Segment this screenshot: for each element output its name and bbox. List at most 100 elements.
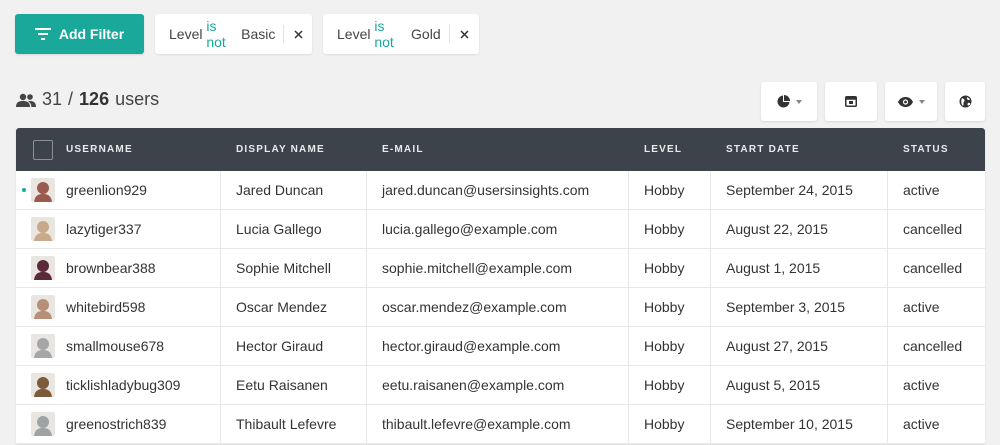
display-name: Lucia Gallego — [236, 221, 322, 237]
table-row[interactable]: brownbear388 Sophie Mitchell sophie.mitche… — [16, 249, 985, 288]
select-all-checkbox[interactable] — [33, 139, 53, 160]
status: cancelled — [903, 338, 963, 354]
table-header: USERNAME DISPLAY NAME E-MAIL LEVEL START… — [16, 128, 985, 171]
cell-start-date: September 3, 2015 — [711, 288, 888, 326]
column-header-label: E-MAIL — [382, 144, 424, 155]
username-link[interactable]: ticklishladybug309 — [66, 377, 180, 393]
start-date: August 27, 2015 — [726, 338, 828, 354]
username-link[interactable]: lazytiger337 — [66, 221, 142, 237]
avatar[interactable] — [31, 295, 55, 319]
cell-level: Hobby — [629, 288, 711, 326]
cell-status: active — [888, 171, 985, 209]
caret-down-icon — [918, 99, 925, 104]
status: active — [903, 416, 940, 432]
status: cancelled — [903, 260, 963, 276]
cell-start-date: August 22, 2015 — [711, 210, 888, 248]
cell-status: cancelled — [888, 327, 985, 365]
users-icon — [16, 93, 36, 107]
caret-down-icon — [795, 99, 802, 104]
cell-username: smallmouse678 — [16, 327, 221, 365]
cell-email: lucia.gallego@example.com — [367, 210, 629, 248]
username-link[interactable]: greenlion929 — [66, 182, 147, 198]
cell-start-date: August 1, 2015 — [711, 249, 888, 287]
add-filter-button[interactable]: Add Filter — [15, 14, 144, 54]
filter-chip-value: Basic — [241, 26, 276, 42]
cell-username: greenlion929 — [16, 171, 221, 209]
display-name: Oscar Mendez — [236, 299, 328, 315]
layout-button[interactable] — [825, 82, 877, 121]
display-name: Jared Duncan — [236, 182, 324, 198]
email: lucia.gallego@example.com — [382, 221, 558, 237]
table-row[interactable]: lazytiger337 Lucia Gallego lucia.gallego@e… — [16, 210, 985, 249]
level: Hobby — [644, 299, 685, 315]
close-icon — [294, 29, 303, 39]
cell-level: Hobby — [629, 366, 711, 404]
table-row[interactable]: greenostrich839 Thibault Lefevre thibault.… — [16, 405, 985, 444]
online-indicator — [22, 188, 26, 192]
cell-display-name: Sophie Mitchell — [221, 249, 367, 287]
column-header-label: DISPLAY NAME — [236, 144, 325, 155]
level: Hobby — [644, 221, 685, 237]
username-link[interactable]: brownbear388 — [66, 260, 156, 276]
table-body: greenlion929 Jared Duncan jared.duncan@use… — [16, 171, 985, 444]
remove-filter-button[interactable] — [450, 14, 479, 54]
cell-email: hector.giraud@example.com — [367, 327, 629, 365]
level: Hobby — [644, 338, 685, 354]
status: active — [903, 182, 940, 198]
filter-chip-gold[interactable]: Level is not Gold — [323, 14, 479, 54]
remove-filter-button[interactable] — [284, 14, 312, 54]
avatar[interactable] — [31, 178, 55, 202]
globe-icon — [959, 95, 971, 108]
column-header-start-date[interactable]: START DATE — [711, 144, 888, 155]
start-date: September 24, 2015 — [726, 182, 853, 198]
table-row[interactable]: greenlion929 Jared Duncan jared.duncan@use… — [16, 171, 985, 210]
charts-button[interactable] — [761, 82, 817, 121]
cell-start-date: August 27, 2015 — [711, 327, 888, 365]
username-link[interactable]: smallmouse678 — [66, 338, 164, 354]
column-header-level[interactable]: LEVEL — [629, 144, 711, 155]
columns-visibility-button[interactable] — [885, 82, 937, 121]
close-icon — [460, 29, 469, 39]
cell-level: Hobby — [629, 405, 711, 443]
avatar[interactable] — [31, 412, 55, 436]
filter-chip-operator: is not — [374, 18, 394, 50]
user-count: 31 / 126 users — [16, 89, 159, 110]
avatar[interactable] — [31, 334, 55, 358]
column-header-email[interactable]: E-MAIL — [367, 144, 629, 155]
table-row[interactable]: smallmouse678 Hector Giraud hector.giraud@… — [16, 327, 985, 366]
column-header-status[interactable]: STATUS — [888, 144, 985, 155]
cell-start-date: September 24, 2015 — [711, 171, 888, 209]
start-date: August 5, 2015 — [726, 377, 821, 393]
display-name: Thibault Lefevre — [236, 416, 337, 432]
avatar[interactable] — [31, 256, 55, 280]
count-unit: users — [115, 89, 160, 109]
start-date: August 1, 2015 — [726, 260, 821, 276]
cell-email: jared.duncan@usersinsights.com — [367, 171, 629, 209]
table-row[interactable]: whitebird598 Oscar Mendez oscar.mendez@exa… — [16, 288, 985, 327]
map-view-button[interactable] — [945, 82, 985, 121]
column-header-label: STATUS — [903, 144, 949, 155]
status: active — [903, 377, 940, 393]
cell-display-name: Lucia Gallego — [221, 210, 367, 248]
level: Hobby — [644, 260, 685, 276]
column-header-display-name[interactable]: DISPLAY NAME — [221, 144, 367, 155]
username-link[interactable]: whitebird598 — [66, 299, 145, 315]
email: sophie.mitchell@example.com — [382, 260, 573, 276]
filter-chip-basic[interactable]: Level is not Basic — [155, 14, 312, 54]
cell-level: Hobby — [629, 327, 711, 365]
count-separator: / — [68, 89, 74, 109]
add-filter-label: Add Filter — [58, 26, 125, 42]
column-header-username[interactable]: USERNAME — [16, 139, 221, 160]
cell-start-date: August 5, 2015 — [711, 366, 888, 404]
level: Hobby — [644, 377, 685, 393]
cell-status: active — [888, 405, 985, 443]
display-name: Eetu Raisanen — [236, 377, 328, 393]
username-link[interactable]: greenostrich839 — [66, 416, 166, 432]
cell-display-name: Eetu Raisanen — [221, 366, 367, 404]
table-row[interactable]: ticklishladybug309 Eetu Raisanen eetu.rais… — [16, 366, 985, 405]
filter-chip-value: Gold — [411, 26, 441, 42]
avatar[interactable] — [31, 217, 55, 241]
layout-icon — [845, 96, 857, 107]
avatar[interactable] — [31, 373, 55, 397]
cell-status: cancelled — [888, 249, 985, 287]
